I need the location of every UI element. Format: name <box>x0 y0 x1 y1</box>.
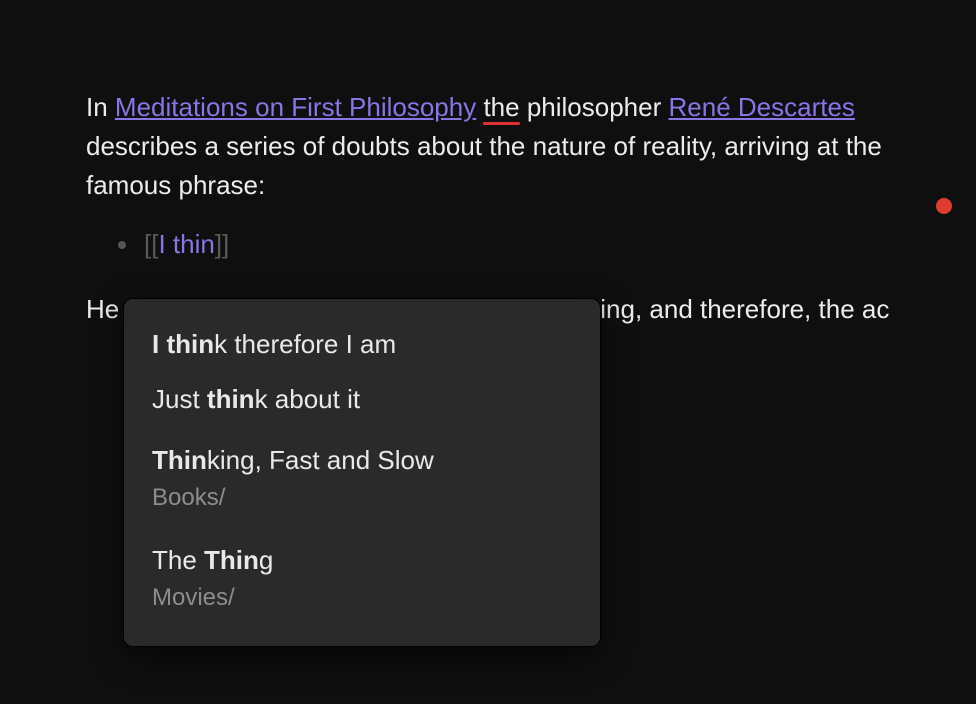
wikilink-open-bracket: [[ <box>144 225 158 264</box>
autocomplete-item-path: Books/ <box>152 482 572 514</box>
text-span: king, and therefore, the ac <box>587 294 889 324</box>
autocomplete-item[interactable]: Thinking, Fast and Slow Books/ <box>124 427 600 526</box>
bullet-icon <box>118 241 126 249</box>
text-span: He <box>86 294 119 324</box>
spellcheck-word[interactable]: the <box>483 92 519 122</box>
bullet-line[interactable]: [[I thin]] <box>118 225 890 264</box>
wikilink-query-text[interactable]: I thin <box>158 225 214 264</box>
autocomplete-item-title: Just think about it <box>152 382 572 417</box>
text-span: In <box>86 92 115 122</box>
link-descartes[interactable]: René Descartes <box>669 92 855 122</box>
wikilink-close-bracket: ]] <box>215 225 229 264</box>
text-span: describes a series of doubts about the n… <box>86 131 882 200</box>
autocomplete-item-title: Thinking, Fast and Slow <box>152 443 572 478</box>
autocomplete-popup: I think therefore I am Just think about … <box>123 298 601 647</box>
editor-page: In Meditations on First Philosophy the p… <box>0 0 976 329</box>
autocomplete-item-title: I think therefore I am <box>152 327 572 362</box>
autocomplete-item-path: Movies/ <box>152 582 572 614</box>
autocomplete-item[interactable]: The Thing Movies/ <box>124 527 600 626</box>
link-meditations[interactable]: Meditations on First Philosophy <box>115 92 476 122</box>
autocomplete-item[interactable]: Just think about it <box>124 372 600 427</box>
autocomplete-item-title: The Thing <box>152 543 572 578</box>
unsaved-indicator-icon <box>936 198 952 214</box>
autocomplete-item[interactable]: I think therefore I am <box>124 317 600 372</box>
paragraph-1: In Meditations on First Philosophy the p… <box>86 88 890 205</box>
text-span: philosopher <box>520 92 669 122</box>
